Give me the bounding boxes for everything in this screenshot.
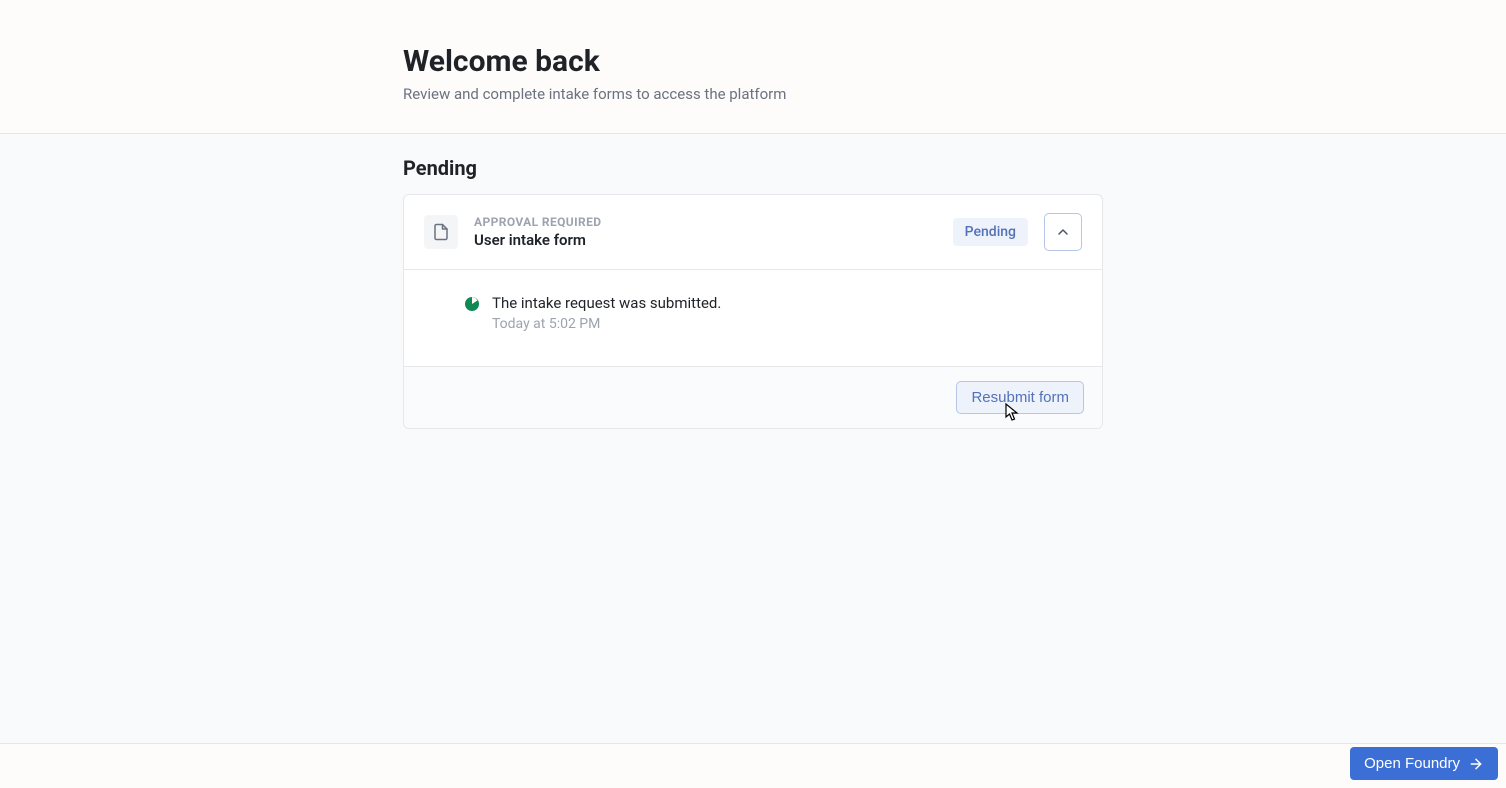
content-area: Pending APPROVAL REQUIRED User intake fo… — [0, 133, 1506, 743]
card-title: User intake form — [474, 231, 937, 249]
footer-divider — [0, 743, 1506, 744]
card-overline: APPROVAL REQUIRED — [474, 215, 937, 229]
card-body: The intake request was submitted. Today … — [404, 269, 1102, 366]
page-title: Welcome back — [403, 44, 1103, 79]
open-foundry-label: Open Foundry — [1364, 755, 1460, 772]
submitted-pie-icon — [464, 296, 480, 312]
intake-form-card: APPROVAL REQUIRED User intake form Pendi… — [403, 194, 1103, 429]
arrow-right-icon — [1468, 756, 1484, 772]
page-header: Welcome back Review and complete intake … — [0, 0, 1506, 133]
status-badge: Pending — [953, 218, 1028, 246]
status-timestamp: Today at 5:02 PM — [492, 316, 721, 332]
document-icon — [424, 215, 458, 249]
resubmit-form-button[interactable]: Resubmit form — [956, 381, 1084, 414]
section-title-pending: Pending — [403, 156, 1103, 180]
collapse-button[interactable] — [1044, 213, 1082, 251]
chevron-up-icon — [1055, 224, 1071, 240]
open-foundry-button[interactable]: Open Foundry — [1350, 747, 1498, 780]
card-header: APPROVAL REQUIRED User intake form Pendi… — [404, 195, 1102, 269]
status-message: The intake request was submitted. — [492, 294, 721, 312]
card-footer: Resubmit form — [404, 366, 1102, 428]
page-subtitle: Review and complete intake forms to acce… — [403, 85, 1103, 103]
